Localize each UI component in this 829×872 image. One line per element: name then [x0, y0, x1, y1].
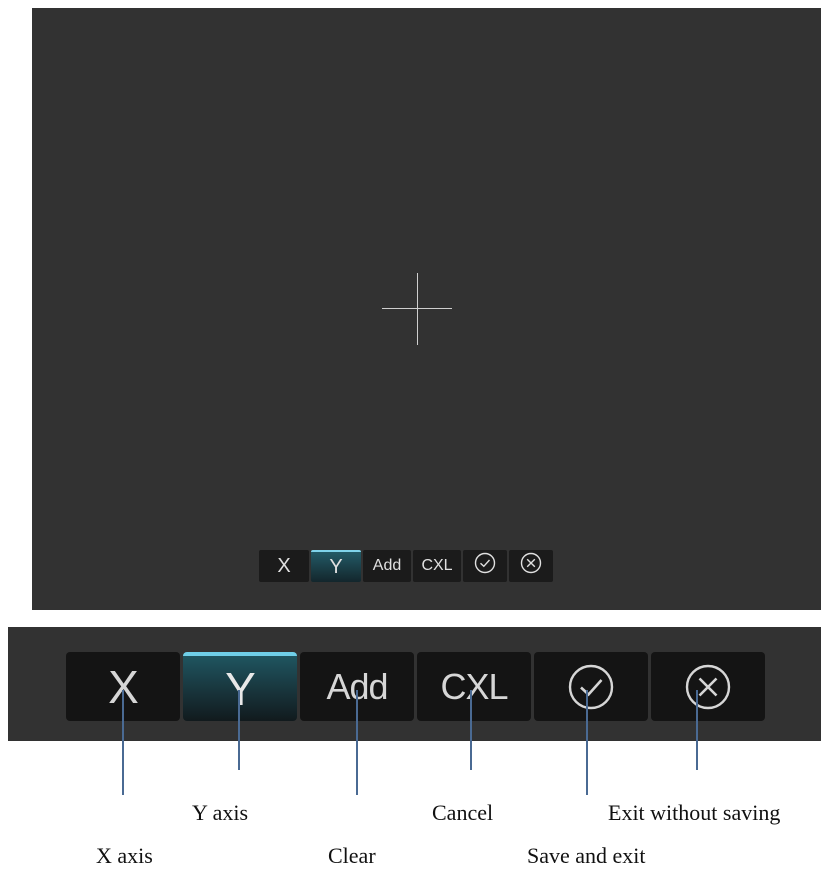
check-circle-icon: [474, 552, 496, 580]
callout-line-y-axis: [238, 690, 240, 770]
x-axis-button[interactable]: X: [259, 550, 309, 582]
y-axis-button[interactable]: Y: [311, 550, 361, 582]
label-exit-without-saving: Exit without saving: [608, 800, 781, 825]
callout-line-exit-no-save: [696, 690, 698, 770]
label-save-and-exit: Save and exit: [527, 843, 646, 868]
zoom-y-axis-button[interactable]: Y: [183, 652, 297, 721]
cxl-button[interactable]: CXL: [413, 550, 461, 582]
add-button[interactable]: Add: [363, 550, 411, 582]
zoom-exit-no-save-button[interactable]: [651, 652, 765, 721]
callout-line-x-axis: [122, 690, 124, 795]
zoomed-toolbar-strip: X Y Add CXL: [8, 627, 821, 741]
label-x-axis: X axis: [96, 843, 153, 868]
zoomed-toolbar: X Y Add CXL: [66, 652, 765, 721]
screen-toolbar: X Y Add CXL: [259, 550, 553, 582]
check-circle-icon: [566, 662, 616, 712]
x-circle-icon: [520, 552, 542, 580]
save-exit-button[interactable]: [463, 550, 507, 582]
callout-line-cancel: [470, 690, 472, 770]
crosshair-vertical: [417, 273, 418, 345]
callout-line-save-exit: [586, 690, 588, 795]
zoom-cxl-button[interactable]: CXL: [417, 652, 531, 721]
zoom-save-exit-button[interactable]: [534, 652, 648, 721]
label-y-axis: Y axis: [192, 800, 249, 825]
callout-line-clear: [356, 690, 358, 795]
device-screen: X Y Add CXL: [32, 8, 821, 610]
exit-no-save-button[interactable]: [509, 550, 553, 582]
label-clear: Clear: [328, 843, 376, 868]
label-cancel: Cancel: [432, 800, 494, 825]
x-circle-icon: [683, 662, 733, 712]
